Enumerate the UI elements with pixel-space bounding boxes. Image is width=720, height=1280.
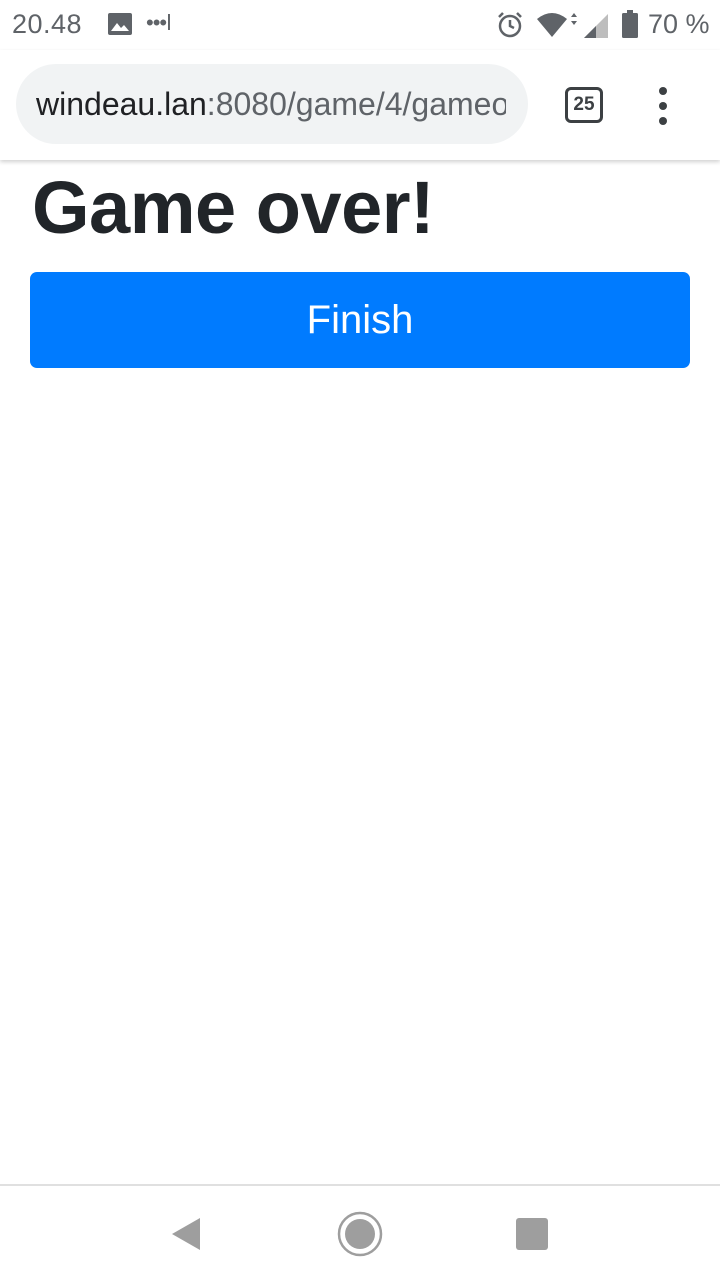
- status-time: 20.48: [12, 9, 83, 39]
- url-path: :8080/game/4/gameover: [206, 86, 506, 122]
- address-bar[interactable]: windeau.lan:8080/game/4/gameover: [16, 64, 528, 144]
- battery-percent: 70 %: [648, 9, 710, 39]
- image-icon: [108, 13, 132, 35]
- status-bar: 20.48 •••ǀ 70 %: [0, 0, 720, 50]
- navigation-bar: [0, 1184, 720, 1280]
- more-notifications-icon: •••ǀ: [146, 10, 172, 35]
- url-domain: windeau.lan: [36, 86, 207, 122]
- url-text[interactable]: windeau.lan:8080/game/4/gameover: [36, 86, 506, 123]
- cell-signal-icon: [584, 14, 608, 38]
- recents-icon[interactable]: [516, 1218, 548, 1250]
- back-icon[interactable]: [168, 1216, 204, 1252]
- more-vert-icon[interactable]: [655, 86, 671, 126]
- home-icon[interactable]: [336, 1210, 384, 1258]
- browser-toolbar: windeau.lan:8080/game/4/gameover 25: [0, 50, 720, 160]
- battery-icon: [622, 10, 638, 38]
- finish-button[interactable]: Finish: [30, 272, 690, 368]
- tab-switcher-button[interactable]: 25: [565, 87, 603, 123]
- wifi-icon: [537, 13, 577, 37]
- page-title: Game over!: [32, 166, 435, 249]
- alarm-icon: [498, 12, 522, 38]
